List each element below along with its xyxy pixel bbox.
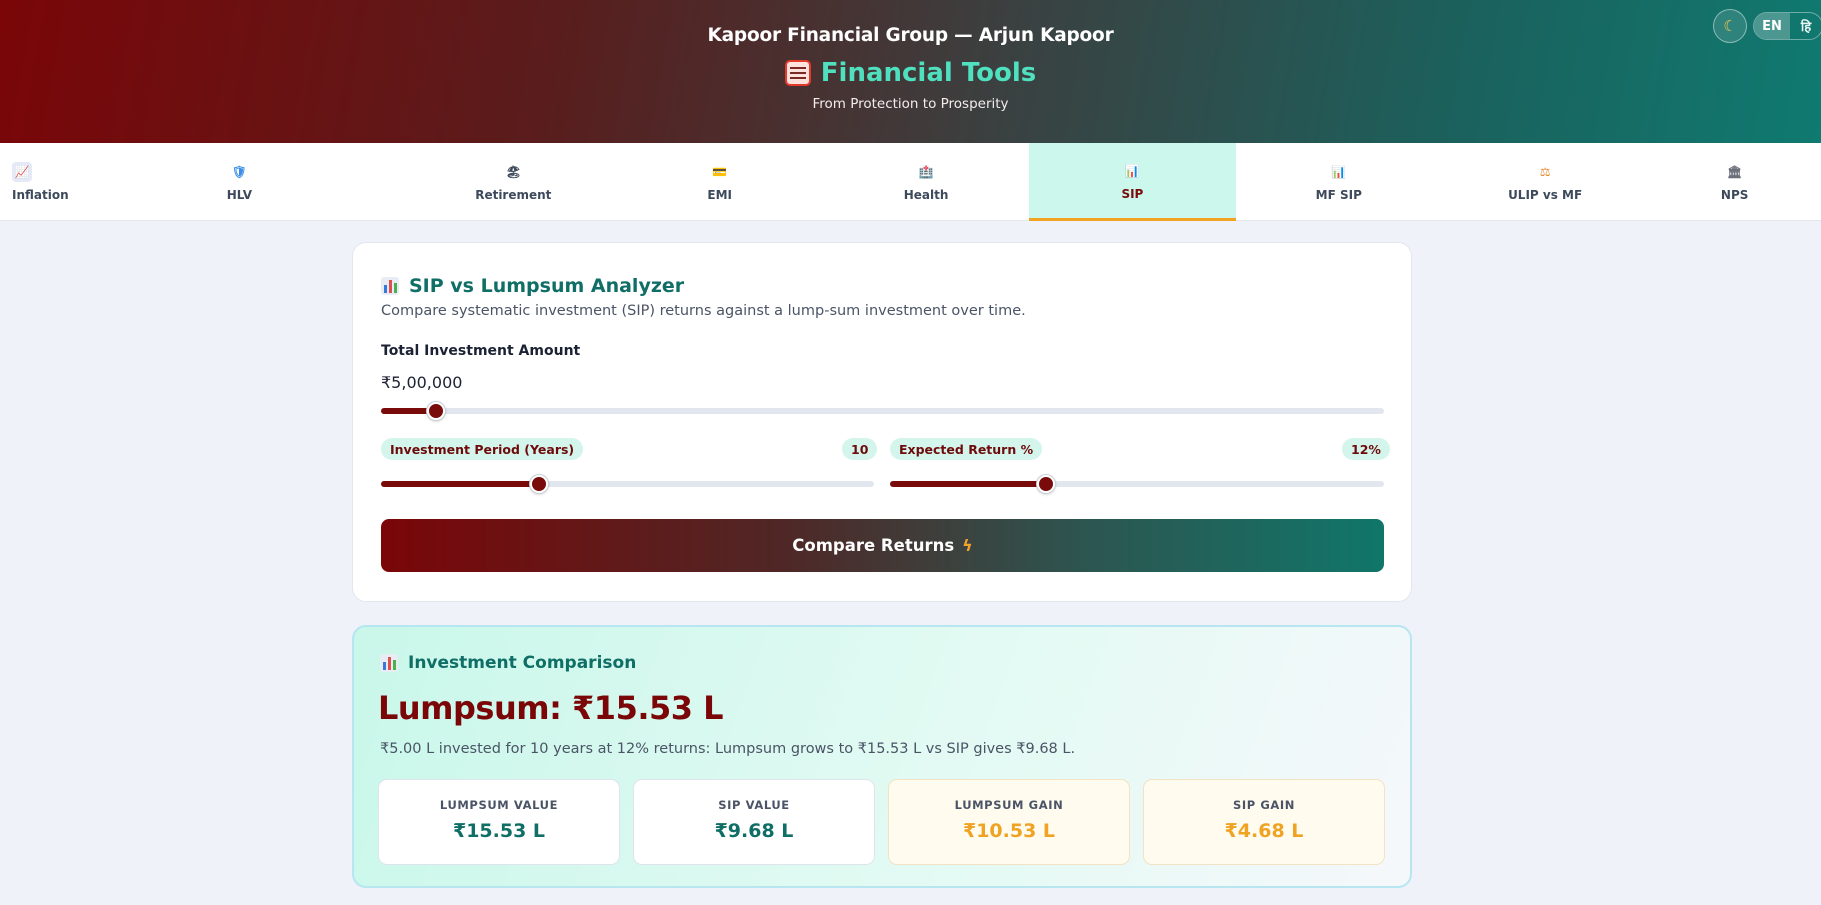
return-label: Expected Return %	[890, 438, 1043, 460]
metric-value: ₹15.53 L	[452, 820, 546, 842]
tab-label: Retirement	[475, 188, 552, 202]
tab-hlv[interactable]: 🛡 HLV	[69, 143, 411, 221]
results-summary: ₹5.00 L invested for 10 years at 12% ret…	[380, 741, 1076, 757]
tab-label: MF SIP	[1315, 188, 1362, 202]
bar-chart-icon: 📊	[1124, 163, 1140, 178]
amount-slider[interactable]	[381, 402, 1384, 420]
tool-tabs: 📈 Inflation 🛡 HLV 🏖 Retirement 💳 EMI 🏥 H…	[0, 143, 1821, 221]
metric-value: ₹10.53 L	[962, 820, 1056, 842]
tab-label: SIP	[1121, 186, 1144, 201]
credit-card-icon: 💳	[712, 165, 728, 179]
chart-trend-icon: 📈	[12, 162, 32, 182]
lightning-icon: ϟ	[962, 536, 973, 555]
period-slider[interactable]	[381, 475, 874, 493]
tagline: From Protection to Prosperity	[812, 96, 1009, 112]
tab-inflation[interactable]: 📈 Inflation	[0, 143, 69, 221]
metric-label: LUMPSUM VALUE	[439, 798, 559, 812]
abacus-icon	[784, 60, 811, 86]
tab-label: Inflation	[12, 188, 69, 202]
bank-icon: 🏛	[1727, 165, 1743, 179]
bar-chart-icon	[380, 654, 398, 672]
metric-lumpsum-gain: LUMPSUM GAIN ₹10.53 L	[888, 779, 1130, 865]
analyzer-description: Compare systematic investment (SIP) retu…	[381, 303, 1026, 319]
hospital-icon: 🏥	[918, 165, 934, 179]
scales-icon: ⚖	[1539, 165, 1551, 179]
compare-returns-button[interactable]: Compare Returns ϟ	[381, 519, 1384, 572]
tab-label: HLV	[226, 188, 253, 202]
amount-slider-thumb[interactable]	[427, 402, 446, 420]
period-label: Investment Period (Years)	[381, 438, 584, 460]
bar-chart-icon	[381, 277, 399, 295]
app-title: Financial Tools	[0, 58, 1821, 88]
tab-sip[interactable]: 📊 SIP	[1029, 143, 1236, 221]
amount-label: Total Investment Amount	[381, 343, 581, 359]
tab-label: NPS	[1720, 188, 1749, 202]
period-slider-fill	[381, 481, 539, 487]
return-slider[interactable]	[890, 475, 1384, 493]
language-toggle[interactable]: EN हि	[1753, 12, 1821, 40]
tab-mf-sip[interactable]: 📊 MF SIP	[1236, 143, 1442, 221]
analyzer-card: SIP vs Lumpsum Analyzer Compare systemat…	[352, 242, 1412, 602]
metric-sip-gain: SIP GAIN ₹4.68 L	[1143, 779, 1385, 865]
tab-health[interactable]: 🏥 Health	[823, 143, 1029, 221]
header: Kapoor Financial Group — Arjun Kapoor Fi…	[0, 0, 1821, 143]
metric-label: SIP GAIN	[1232, 798, 1296, 812]
metric-sip-value: SIP VALUE ₹9.68 L	[633, 779, 875, 865]
brand-line: Kapoor Financial Group — Arjun Kapoor	[707, 25, 1114, 46]
lang-hi[interactable]: हि	[1790, 13, 1821, 39]
return-slider-fill	[890, 481, 1046, 487]
tab-label: ULIP vs MF	[1508, 188, 1583, 202]
moon-icon[interactable]: ☾	[1713, 9, 1747, 43]
results-headline: Lumpsum: ₹15.53 L	[378, 689, 724, 727]
analyzer-title: SIP vs Lumpsum Analyzer	[381, 275, 684, 297]
app-title-text: Financial Tools	[820, 58, 1037, 88]
metric-label: LUMPSUM GAIN	[954, 798, 1064, 812]
amount-value: ₹5,00,000	[381, 373, 463, 392]
compare-returns-label: Compare Returns	[792, 536, 955, 555]
lang-en[interactable]: EN	[1754, 13, 1790, 39]
tab-retirement[interactable]: 🏖 Retirement	[410, 143, 616, 221]
metric-label: SIP VALUE	[718, 798, 790, 812]
metric-value: ₹4.68 L	[1224, 820, 1304, 842]
metric-lumpsum-value: LUMPSUM VALUE ₹15.53 L	[378, 779, 620, 865]
tab-label: EMI	[707, 188, 732, 202]
analyzer-title-text: SIP vs Lumpsum Analyzer	[409, 275, 685, 297]
results-title-text: Investment Comparison	[408, 653, 637, 673]
period-slider-thumb[interactable]	[529, 475, 548, 493]
bar-chart-icon: 📊	[1331, 165, 1347, 179]
return-slider-thumb[interactable]	[1036, 475, 1055, 493]
results-card: Investment Comparison Lumpsum: ₹15.53 L …	[352, 625, 1412, 888]
tab-emi[interactable]: 💳 EMI	[617, 143, 823, 221]
period-value: 10	[842, 438, 878, 460]
shield-icon: 🛡	[231, 165, 247, 179]
beach-icon: 🏖	[505, 165, 521, 179]
tab-label: Health	[903, 188, 949, 202]
metric-value: ₹9.68 L	[714, 820, 794, 842]
tab-ulip-vs-mf[interactable]: ⚖ ULIP vs MF	[1442, 143, 1648, 221]
results-title: Investment Comparison	[380, 653, 636, 673]
return-value: 12%	[1342, 438, 1390, 460]
tab-nps[interactable]: 🏛 NPS	[1648, 143, 1821, 221]
